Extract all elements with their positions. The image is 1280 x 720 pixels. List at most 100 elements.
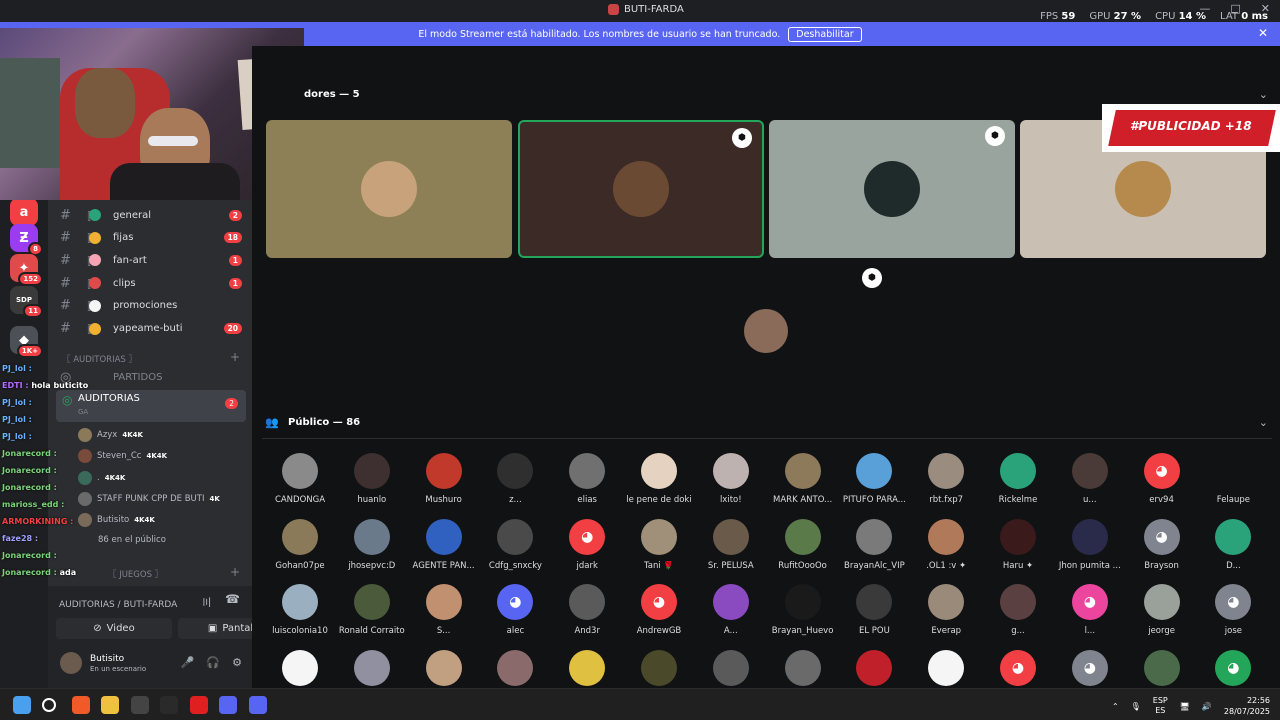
- audience-member[interactable]: g...: [978, 584, 1058, 636]
- channel-promociones[interactable]: # 〚 promociones: [48, 295, 252, 317]
- headphones-icon[interactable]: 🎧: [206, 656, 220, 669]
- category-auditorias[interactable]: 〖 AUDITORIAS 〗: [62, 353, 137, 365]
- channel-clips[interactable]: # 〚 clips 1: [48, 272, 252, 294]
- audience-member[interactable]: [404, 649, 484, 692]
- channel-yapeame-buti[interactable]: # 〚 yapeame-buti 20: [48, 318, 252, 340]
- clock[interactable]: 22:56 28/07/2025: [1224, 695, 1270, 717]
- app-icon[interactable]: [219, 696, 237, 714]
- audience-member[interactable]: MARK ANTO...: [763, 453, 843, 505]
- audience-member[interactable]: And3r: [547, 584, 627, 636]
- audience-member[interactable]: [906, 649, 986, 692]
- chevron-down-icon[interactable]: ⌄: [1259, 88, 1268, 101]
- microphone-icon[interactable]: 🎙: [1131, 702, 1141, 711]
- avatar[interactable]: [60, 652, 82, 674]
- disconnect-icon[interactable]: ☎: [225, 592, 240, 606]
- audience-member[interactable]: BrayanAlc_VIP: [834, 518, 914, 571]
- obs-icon[interactable]: [131, 696, 149, 714]
- audience-member[interactable]: ◕: [978, 649, 1058, 692]
- audience-member[interactable]: u...: [1050, 453, 1130, 505]
- stage-member[interactable]: STAFF PUNK CPP DE BUTI 4K: [78, 490, 220, 508]
- audience-member[interactable]: [475, 649, 555, 692]
- channel-fijas[interactable]: # 〚 fijas 18: [48, 227, 252, 249]
- search-icon[interactable]: [42, 698, 56, 712]
- speaker-tile[interactable]: ⬢: [769, 120, 1015, 258]
- audience-member[interactable]: Brayan_Huevo: [763, 584, 843, 636]
- stage-member[interactable]: Butisito 4K4K: [78, 511, 155, 529]
- close-icon[interactable]: ✕: [1258, 26, 1268, 40]
- audience-member[interactable]: huanlo: [332, 453, 412, 505]
- audience-member[interactable]: Jhon pumita ...: [1050, 518, 1130, 571]
- stage-member[interactable]: Azyx 4K4K: [78, 426, 143, 444]
- store-icon[interactable]: [160, 696, 178, 714]
- audience-member[interactable]: ◕ alec: [475, 584, 555, 636]
- audience-member[interactable]: Mushuro: [404, 453, 484, 505]
- audience-member[interactable]: [547, 649, 627, 692]
- server-icon[interactable]: ✦ 152: [10, 254, 43, 286]
- audience-member[interactable]: [1122, 649, 1202, 692]
- audience-member[interactable]: EL POU: [834, 584, 914, 636]
- audience-member[interactable]: Cdfg_snxcky: [475, 518, 555, 571]
- language-indicator[interactable]: ESP ES: [1153, 696, 1168, 716]
- audience-member[interactable]: jhosepvc:D: [332, 518, 412, 571]
- audience-member[interactable]: Haru ✦: [978, 518, 1058, 571]
- audience-member[interactable]: ◕: [1193, 649, 1273, 692]
- microphone-icon[interactable]: 🎤: [181, 656, 195, 669]
- audience-member[interactable]: [691, 649, 771, 692]
- audience-member[interactable]: Felaupe: [1193, 453, 1273, 505]
- audience-member[interactable]: Gohan07pe: [260, 518, 340, 571]
- audience-member[interactable]: [619, 649, 699, 692]
- audience-member[interactable]: [834, 649, 914, 692]
- file-explorer-icon[interactable]: [101, 696, 119, 714]
- audience-member[interactable]: z...: [475, 453, 555, 505]
- channel-general[interactable]: # 〚 general 2: [48, 204, 252, 226]
- audience-member[interactable]: S...: [404, 584, 484, 636]
- audience-member[interactable]: lxito!: [691, 453, 771, 505]
- audience-member[interactable]: luiscolonia10: [260, 584, 340, 636]
- audience-member[interactable]: .OL1 :v ✦: [906, 518, 986, 571]
- audience-member[interactable]: D...: [1193, 518, 1273, 571]
- category-juegos[interactable]: 〖 JUEGOS 〗: [108, 568, 163, 580]
- channel-auditorias-selected[interactable]: ◎ AUDITORIAS GA 2: [56, 390, 246, 422]
- audience-member[interactable]: ◕ l...: [1050, 584, 1130, 636]
- youtube-icon[interactable]: [190, 696, 208, 714]
- audience-member[interactable]: Tani 🌹: [619, 518, 699, 571]
- minimize-button[interactable]: —: [1199, 2, 1210, 15]
- add-channel-icon[interactable]: +: [230, 350, 240, 364]
- speaker-tile[interactable]: [266, 120, 512, 258]
- server-icon[interactable]: SDP 11: [10, 286, 43, 318]
- audience-member[interactable]: CANDONGA: [260, 453, 340, 505]
- audience-member[interactable]: ◕ erv94: [1122, 453, 1202, 505]
- disable-streamer-button[interactable]: Deshabilitar: [788, 26, 862, 42]
- volume-icon[interactable]: 🔊: [1202, 702, 1212, 711]
- audience-member[interactable]: PITUFO PARA...: [834, 453, 914, 505]
- brave-browser-icon[interactable]: [72, 696, 90, 714]
- audience-member[interactable]: RufitOooOo: [763, 518, 843, 571]
- chevron-up-icon[interactable]: ⌃: [1112, 702, 1119, 711]
- maximize-button[interactable]: □: [1230, 2, 1240, 15]
- server-icon[interactable]: a: [10, 198, 38, 226]
- audience-member[interactable]: jeorge: [1122, 584, 1202, 636]
- soundboard-icon[interactable]: 〣: [201, 594, 212, 610]
- audience-member[interactable]: ◕ jdark: [547, 518, 627, 571]
- audience-member[interactable]: Ronald Corraito: [332, 584, 412, 636]
- audience-member[interactable]: ◕ Brayson: [1122, 518, 1202, 571]
- add-channel-icon[interactable]: +: [230, 565, 240, 579]
- audience-member[interactable]: le pene de doki: [619, 453, 699, 505]
- audience-member[interactable]: ◕: [1050, 649, 1130, 692]
- speaker-tile[interactable]: ⬢: [518, 120, 764, 258]
- stage-member[interactable]: . 4K4K: [78, 469, 125, 487]
- audience-member[interactable]: Everap: [906, 584, 986, 636]
- windows-start-icon[interactable]: [13, 696, 31, 714]
- audience-member[interactable]: Rickelme: [978, 453, 1058, 505]
- audience-member[interactable]: ◕ jose: [1193, 584, 1273, 636]
- server-icon[interactable]: Ƶ8: [10, 224, 43, 256]
- server-icon[interactable]: ◆ 1K+: [10, 326, 43, 358]
- close-window-button[interactable]: ✕: [1261, 2, 1270, 15]
- discord-icon[interactable]: [249, 696, 267, 714]
- host-tile[interactable]: ⬢: [644, 264, 890, 402]
- gear-icon[interactable]: ⚙: [232, 656, 242, 669]
- audience-member[interactable]: [260, 649, 340, 692]
- video-button[interactable]: ⊘ Video: [56, 618, 172, 639]
- audience-member[interactable]: ◕ AndrewGB: [619, 584, 699, 636]
- audience-member[interactable]: A...: [691, 584, 771, 636]
